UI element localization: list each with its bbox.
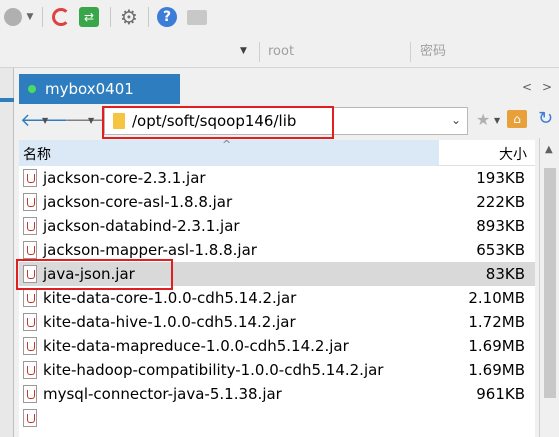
path-highlight-box: [102, 106, 334, 139]
sort-ascending-icon: ^: [222, 138, 232, 151]
transfer-icon[interactable]: ⇄: [78, 6, 100, 28]
file-row[interactable]: kite-data-mapreduce-1.0.0-cdh5.14.2.jar …: [19, 334, 535, 358]
list-header: ^ 名称 大小: [19, 138, 535, 166]
file-list: jackson-core-2.3.1.jar 193KB jackson-cor…: [19, 166, 535, 437]
file-name: kite-data-mapreduce-1.0.0-cdh5.14.2.jar: [43, 337, 349, 355]
jar-file-icon: [23, 361, 37, 379]
file-name: jackson-core-asl-1.8.8.jar: [43, 193, 233, 211]
separator: [110, 7, 111, 27]
jar-file-icon: [23, 313, 37, 331]
chevron-down-icon[interactable]: ▼: [494, 116, 500, 125]
chevron-down-icon[interactable]: ▼: [88, 116, 94, 125]
jar-file-icon: [23, 337, 37, 355]
file-size: 193KB: [476, 169, 525, 187]
left-pane: [0, 68, 14, 437]
swirl-icon[interactable]: [50, 6, 72, 28]
left-tab-indicator: [0, 98, 14, 102]
jar-file-icon: [23, 193, 37, 211]
file-size: 653KB: [476, 241, 525, 259]
file-size: 83KB: [485, 265, 525, 283]
gear-icon[interactable]: ⚙: [118, 5, 140, 29]
separator: [42, 7, 43, 27]
scroll-up-icon[interactable]: ▲: [545, 144, 553, 155]
circle-icon[interactable]: [2, 6, 24, 28]
file-row[interactable]: jackson-core-asl-1.8.8.jar 222KB: [19, 190, 535, 214]
file-name: mysql-connector-java-5.1.38.jar: [43, 385, 282, 403]
file-row[interactable]: jackson-databind-2.3.1.jar 893KB: [19, 214, 535, 238]
star-icon[interactable]: ★: [476, 110, 490, 129]
column-name-label[interactable]: 名称: [23, 144, 51, 164]
vertical-scrollbar[interactable]: ▲: [539, 138, 559, 437]
tab-mybox0401[interactable]: mybox0401: [19, 74, 180, 104]
chevron-down-icon[interactable]: ▼: [24, 6, 36, 28]
tab-next-button[interactable]: >: [542, 80, 552, 94]
refresh-icon[interactable]: ↻: [538, 108, 553, 129]
help-icon[interactable]: ?: [156, 6, 178, 28]
file-name: jackson-mapper-asl-1.8.8.jar: [43, 241, 257, 259]
file-size: 2.10MB: [468, 289, 525, 307]
file-row[interactable]: mysql-connector-java-5.1.38.jar 961KB: [19, 382, 535, 406]
file-size: 961KB: [476, 385, 525, 403]
file-size: 893KB: [476, 217, 525, 235]
host-row: ▼ root 密码: [0, 36, 559, 68]
file-row[interactable]: jackson-core-2.3.1.jar 193KB: [19, 166, 535, 190]
separator: [410, 42, 411, 62]
file-row-partial[interactable]: [19, 406, 535, 430]
file-size: 222KB: [476, 193, 525, 211]
connection-status-icon: [28, 85, 36, 93]
file-name: kite-data-core-1.0.0-cdh5.14.2.jar: [43, 289, 297, 307]
jar-file-icon: [23, 241, 37, 259]
file-name: jackson-databind-2.3.1.jar: [43, 217, 240, 235]
jar-file-icon: [23, 409, 37, 427]
file-size: 1.69MB: [468, 361, 525, 379]
file-size: 1.72MB: [468, 313, 525, 331]
file-size: 1.69MB: [468, 337, 525, 355]
chat-icon[interactable]: [186, 6, 208, 28]
jar-file-icon: [23, 217, 37, 235]
username-field[interactable]: root: [262, 41, 410, 63]
chevron-down-icon[interactable]: ▼: [42, 116, 48, 125]
file-name: kite-data-hive-1.0.0-cdh5.14.2.jar: [43, 313, 296, 331]
file-name: kite-hadoop-compatibility-1.0.0-cdh5.14.…: [43, 361, 384, 379]
file-highlight-box: [16, 259, 173, 290]
home-icon[interactable]: ⌂: [507, 110, 527, 128]
jar-file-icon: [23, 169, 37, 187]
separator: [259, 42, 260, 62]
column-size-label[interactable]: 大小: [499, 144, 527, 164]
file-row[interactable]: kite-data-hive-1.0.0-cdh5.14.2.jar 1.72M…: [19, 310, 535, 334]
chevron-down-icon[interactable]: ⌄: [451, 113, 461, 127]
file-name: jackson-core-2.3.1.jar: [43, 169, 206, 187]
toolbar: ▼ ⇄ ⚙ ?: [0, 0, 559, 36]
tab-label: mybox0401: [45, 80, 134, 98]
jar-file-icon: [23, 289, 37, 307]
separator: [148, 7, 149, 27]
chevron-down-icon[interactable]: ▼: [240, 46, 247, 56]
password-field[interactable]: 密码: [414, 41, 554, 63]
tab-prev-button[interactable]: <: [522, 80, 532, 94]
jar-file-icon: [23, 385, 37, 403]
file-row[interactable]: kite-hadoop-compatibility-1.0.0-cdh5.14.…: [19, 358, 535, 382]
scrollbar-thumb[interactable]: [544, 168, 556, 398]
